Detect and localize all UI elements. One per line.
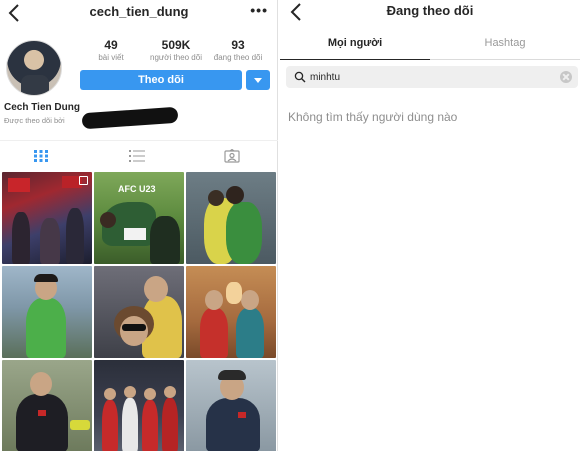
page-title: Đang theo dõi [386,3,474,18]
photo-8[interactable] [94,360,184,451]
stat-following[interactable]: 93 đang theo dõi [210,38,266,62]
stat-followers-value: 509K [161,38,191,52]
stat-followers[interactable]: 509K người theo dõi [146,38,206,62]
tab-hashtag[interactable]: Hashtag [430,37,580,49]
more-options-icon[interactable]: ••• [250,2,268,18]
profile-header: cech_tien_dung ••• [0,0,278,28]
search-icon [294,71,306,83]
following-panel: Đang theo dõi Mọi người Hashtag Không tì… [280,0,580,451]
profile-full-name: Cech Tien Dung [4,102,80,113]
suggested-dropdown-button[interactable] [246,70,270,90]
grid-view-icon[interactable] [33,149,49,163]
photo-2-caption: AFC U23 [118,184,156,194]
photo-1[interactable] [2,172,92,264]
profile-panel: cech_tien_dung ••• 49 bài viết 509K ngườ… [0,0,278,451]
stat-following-label: đang theo dõi [213,53,263,62]
stat-posts-label: bài viết [98,53,124,62]
search-bar[interactable] [286,66,578,88]
photo-3[interactable] [186,172,276,264]
followed-by-text: Được theo dõi bởi [4,116,65,125]
active-tab-indicator [280,59,430,60]
no-results-message: Không tìm thấy người dùng nào [288,110,458,124]
tab-people[interactable]: Mọi người [280,37,430,49]
follow-button[interactable]: Theo dõi [80,70,242,90]
screenshot: cech_tien_dung ••• 49 bài viết 509K ngườ… [0,0,580,451]
photo-4[interactable] [2,266,92,358]
stat-following-value: 93 [231,38,245,52]
following-header: Đang theo dõi [280,0,580,24]
photo-2[interactable]: AFC U23 [94,172,184,264]
following-tabs: Mọi người Hashtag [280,30,580,60]
redaction-scribble [81,106,179,130]
tagged-photos-icon[interactable] [224,149,240,163]
stat-followers-label: người theo dõi [150,53,202,62]
clear-search-icon[interactable] [560,71,572,83]
profile-view-tabs [0,140,278,170]
avatar[interactable] [6,40,62,96]
photo-7[interactable] [2,360,92,451]
photo-9[interactable] [186,360,276,451]
stat-posts[interactable]: 49 bài viết [96,38,126,62]
search-input[interactable] [310,69,550,85]
photo-5[interactable] [94,266,184,358]
photo-grid: AFC U23 [2,172,276,451]
stat-posts-value: 49 [104,38,118,52]
profile-username: cech_tien_dung [89,4,189,19]
list-view-icon[interactable] [129,149,145,163]
photo-6[interactable] [186,266,276,358]
